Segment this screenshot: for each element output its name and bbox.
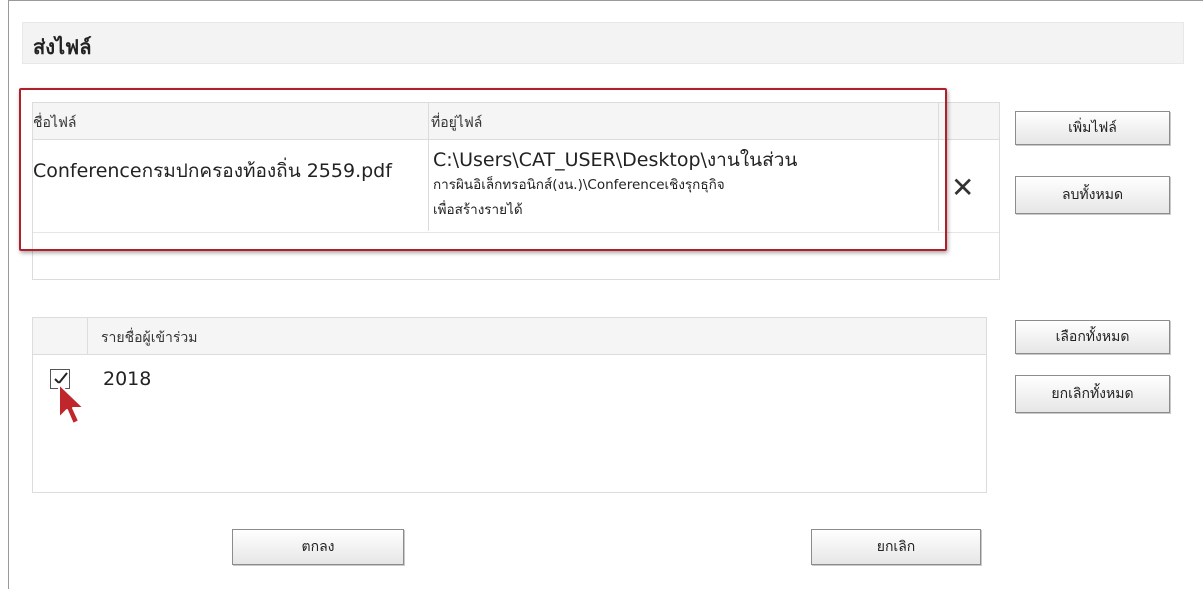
select-all-button[interactable]: เลือกทั้งหมด [1015,320,1170,354]
dialog-title: ส่งไฟล์ [33,35,92,59]
ok-button[interactable]: ตกลง [232,529,404,565]
title-bar: ส่งไฟล์ [22,22,1184,64]
participant-header-label: รายชื่อผู้เข้าร่วม [101,330,198,346]
participant-name: 2018 [103,368,152,390]
participant-table: รายชื่อผู้เข้าร่วม 2018 [32,317,987,493]
add-file-button[interactable]: เพิ่มไฟล์ [1015,111,1170,145]
highlight-annotation [19,88,947,251]
deselect-all-button[interactable]: ยกเลิกทั้งหมด [1015,375,1170,413]
cancel-button[interactable]: ยกเลิก [811,529,981,565]
remove-file-icon[interactable]: ✕ [951,174,974,202]
dialog-border-top [8,0,1203,1]
participant-table-header: รายชื่อผู้เข้าร่วม [33,318,986,355]
column-divider [87,318,88,354]
remove-all-button[interactable]: ลบทั้งหมด [1015,176,1170,214]
mouse-cursor-icon [58,383,85,425]
dialog-border-left [8,0,9,589]
